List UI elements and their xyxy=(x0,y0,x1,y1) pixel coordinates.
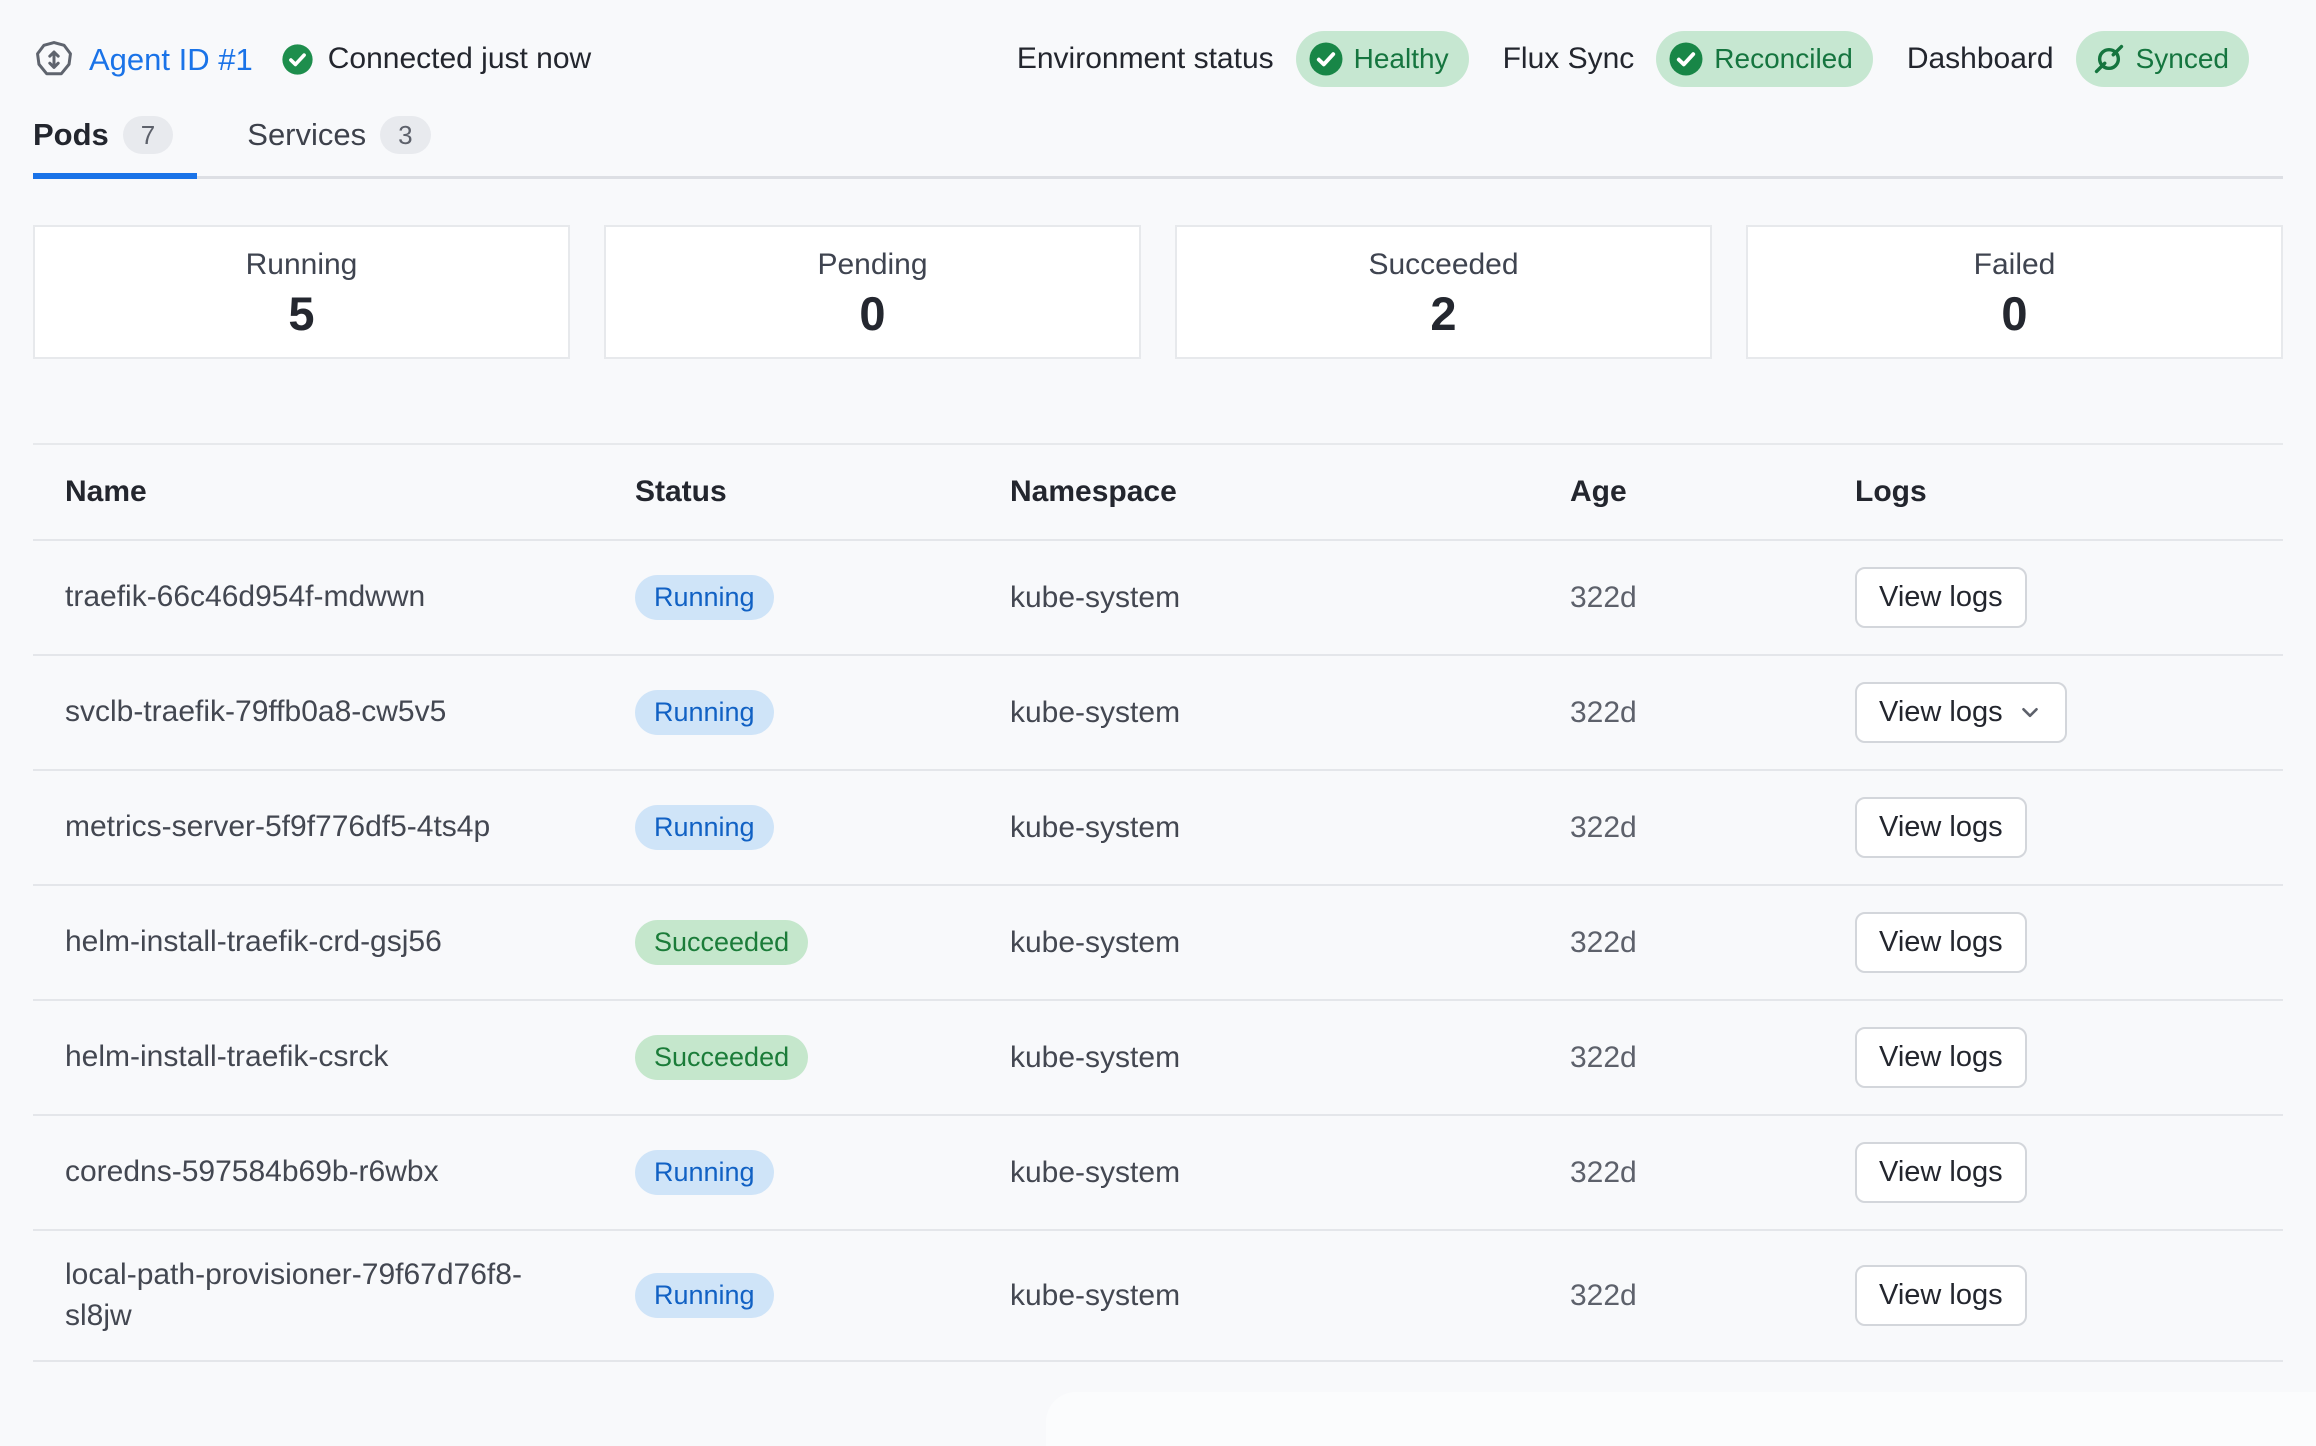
flux-sync-label: Flux Sync xyxy=(1503,42,1635,76)
pod-name: coredns-597584b69b-r6wbx xyxy=(33,1128,635,1217)
table-row: helm-install-traefik-csrck Succeeded kub… xyxy=(33,1001,2283,1116)
status-badge: Running xyxy=(635,805,774,850)
pod-name: helm-install-traefik-crd-gsj56 xyxy=(33,898,635,987)
table-row: coredns-597584b69b-r6wbx Running kube-sy… xyxy=(33,1116,2283,1231)
summary-card-value: 0 xyxy=(2001,290,2027,337)
pod-name: helm-install-traefik-csrck xyxy=(33,1013,635,1102)
view-logs-button[interactable]: View logs xyxy=(1855,912,2027,973)
pod-name: traefik-66c46d954f-mdwwn xyxy=(33,553,635,642)
pod-namespace: kube-system xyxy=(1010,696,1570,730)
tab-pods-label: Pods xyxy=(33,117,109,153)
status-badge: Succeeded xyxy=(635,1035,808,1080)
pod-age: 322d xyxy=(1570,581,1855,615)
agent-id-link[interactable]: Agent ID #1 xyxy=(89,44,253,75)
tab-pods-count-badge: 7 xyxy=(123,116,173,154)
summary-card-label: Pending xyxy=(817,248,927,282)
summary-card-label: Succeeded xyxy=(1368,248,1518,282)
healthy-badge-label: Healthy xyxy=(1354,43,1449,75)
tab-services-count-badge: 3 xyxy=(380,116,430,154)
status-badge: Succeeded xyxy=(635,920,808,965)
healthy-check-icon xyxy=(1308,41,1344,77)
resource-tabs: Pods 7 Services 3 xyxy=(33,88,2283,179)
pod-age: 322d xyxy=(1570,811,1855,845)
agent-connection-group: Agent ID #1 Connected just now xyxy=(33,38,591,80)
pod-age: 322d xyxy=(1570,1156,1855,1190)
tab-services[interactable]: Services 3 xyxy=(247,102,454,176)
summary-card-succeeded: Succeeded 2 xyxy=(1175,225,1712,359)
table-row: local-path-provisioner-79f67d76f8-sl8jw … xyxy=(33,1231,2283,1362)
pod-age: 322d xyxy=(1570,1041,1855,1075)
view-logs-button[interactable]: View logs xyxy=(1855,797,2027,858)
pod-namespace: kube-system xyxy=(1010,1156,1570,1190)
sync-icon xyxy=(2092,42,2126,76)
reconciled-check-icon xyxy=(1668,41,1704,77)
pod-name: metrics-server-5f9f776df5-4ts4p xyxy=(33,783,635,872)
status-badge: Running xyxy=(635,690,774,735)
summary-card-pending: Pending 0 xyxy=(604,225,1141,359)
pod-namespace: kube-system xyxy=(1010,581,1570,615)
pod-summary-cards: Running 5 Pending 0 Succeeded 2 Failed 0 xyxy=(33,225,2283,359)
connection-status-text: Connected just now xyxy=(328,42,592,76)
summary-card-value: 2 xyxy=(1430,290,1456,337)
table-row: svclb-traefik-79ffb0a8-cw5v5 Running kub… xyxy=(33,656,2283,771)
tab-services-label: Services xyxy=(247,117,366,153)
connected-check-icon xyxy=(281,43,314,76)
summary-card-label: Running xyxy=(246,248,358,282)
status-badge: Running xyxy=(635,575,774,620)
dashboard-label: Dashboard xyxy=(1907,42,2054,76)
view-logs-button[interactable]: View logs xyxy=(1855,1027,2027,1088)
table-row: helm-install-traefik-crd-gsj56 Succeeded… xyxy=(33,886,2283,1001)
pod-namespace: kube-system xyxy=(1010,1279,1570,1313)
bottom-surface xyxy=(1046,1392,2316,1446)
synced-badge-label: Synced xyxy=(2136,43,2229,75)
column-header-logs: Logs xyxy=(1855,475,2283,509)
view-logs-button[interactable]: View logs xyxy=(1855,1265,2027,1326)
column-header-namespace: Namespace xyxy=(1010,475,1570,509)
table-row: metrics-server-5f9f776df5-4ts4p Running … xyxy=(33,771,2283,886)
pods-dashboard-page: Agent ID #1 Connected just now Environme… xyxy=(0,0,2316,1446)
view-logs-button[interactable]: View logs xyxy=(1855,567,2027,628)
column-header-name: Name xyxy=(33,475,635,509)
environment-status-label: Environment status xyxy=(1017,42,1274,76)
pod-age: 322d xyxy=(1570,1279,1855,1313)
summary-card-value: 5 xyxy=(288,290,314,337)
pod-name: local-path-provisioner-79f67d76f8-sl8jw xyxy=(33,1231,593,1360)
column-header-age: Age xyxy=(1570,475,1855,509)
agent-icon xyxy=(33,38,75,80)
summary-card-label: Failed xyxy=(1974,248,2056,282)
pod-age: 322d xyxy=(1570,696,1855,730)
healthy-badge: Healthy xyxy=(1296,31,1469,87)
pod-namespace: kube-system xyxy=(1010,926,1570,960)
reconciled-badge: Reconciled xyxy=(1656,31,1873,87)
pod-namespace: kube-system xyxy=(1010,811,1570,845)
view-logs-button[interactable]: View logs xyxy=(1855,1142,2027,1203)
pod-namespace: kube-system xyxy=(1010,1041,1570,1075)
pod-name: svclb-traefik-79ffb0a8-cw5v5 xyxy=(33,668,635,757)
tab-pods[interactable]: Pods 7 xyxy=(33,102,197,176)
status-badge: Running xyxy=(635,1273,774,1318)
pod-age: 322d xyxy=(1570,926,1855,960)
chevron-down-icon xyxy=(2017,699,2043,725)
view-logs-dropdown-button[interactable]: View logs xyxy=(1855,682,2067,743)
environment-badges-group: Environment status Healthy Flux Sync xyxy=(1017,31,2283,87)
synced-badge: Synced xyxy=(2076,31,2249,87)
status-badge: Running xyxy=(635,1150,774,1195)
reconciled-badge-label: Reconciled xyxy=(1714,43,1853,75)
summary-card-value: 0 xyxy=(859,290,885,337)
table-header-row: Name Status Namespace Age Logs xyxy=(33,445,2283,541)
pods-table: Name Status Namespace Age Logs traefik-6… xyxy=(33,443,2283,1362)
top-bar: Agent ID #1 Connected just now Environme… xyxy=(33,0,2283,88)
table-row: traefik-66c46d954f-mdwwn Running kube-sy… xyxy=(33,541,2283,656)
column-header-status: Status xyxy=(635,475,1010,509)
summary-card-failed: Failed 0 xyxy=(1746,225,2283,359)
summary-card-running: Running 5 xyxy=(33,225,570,359)
